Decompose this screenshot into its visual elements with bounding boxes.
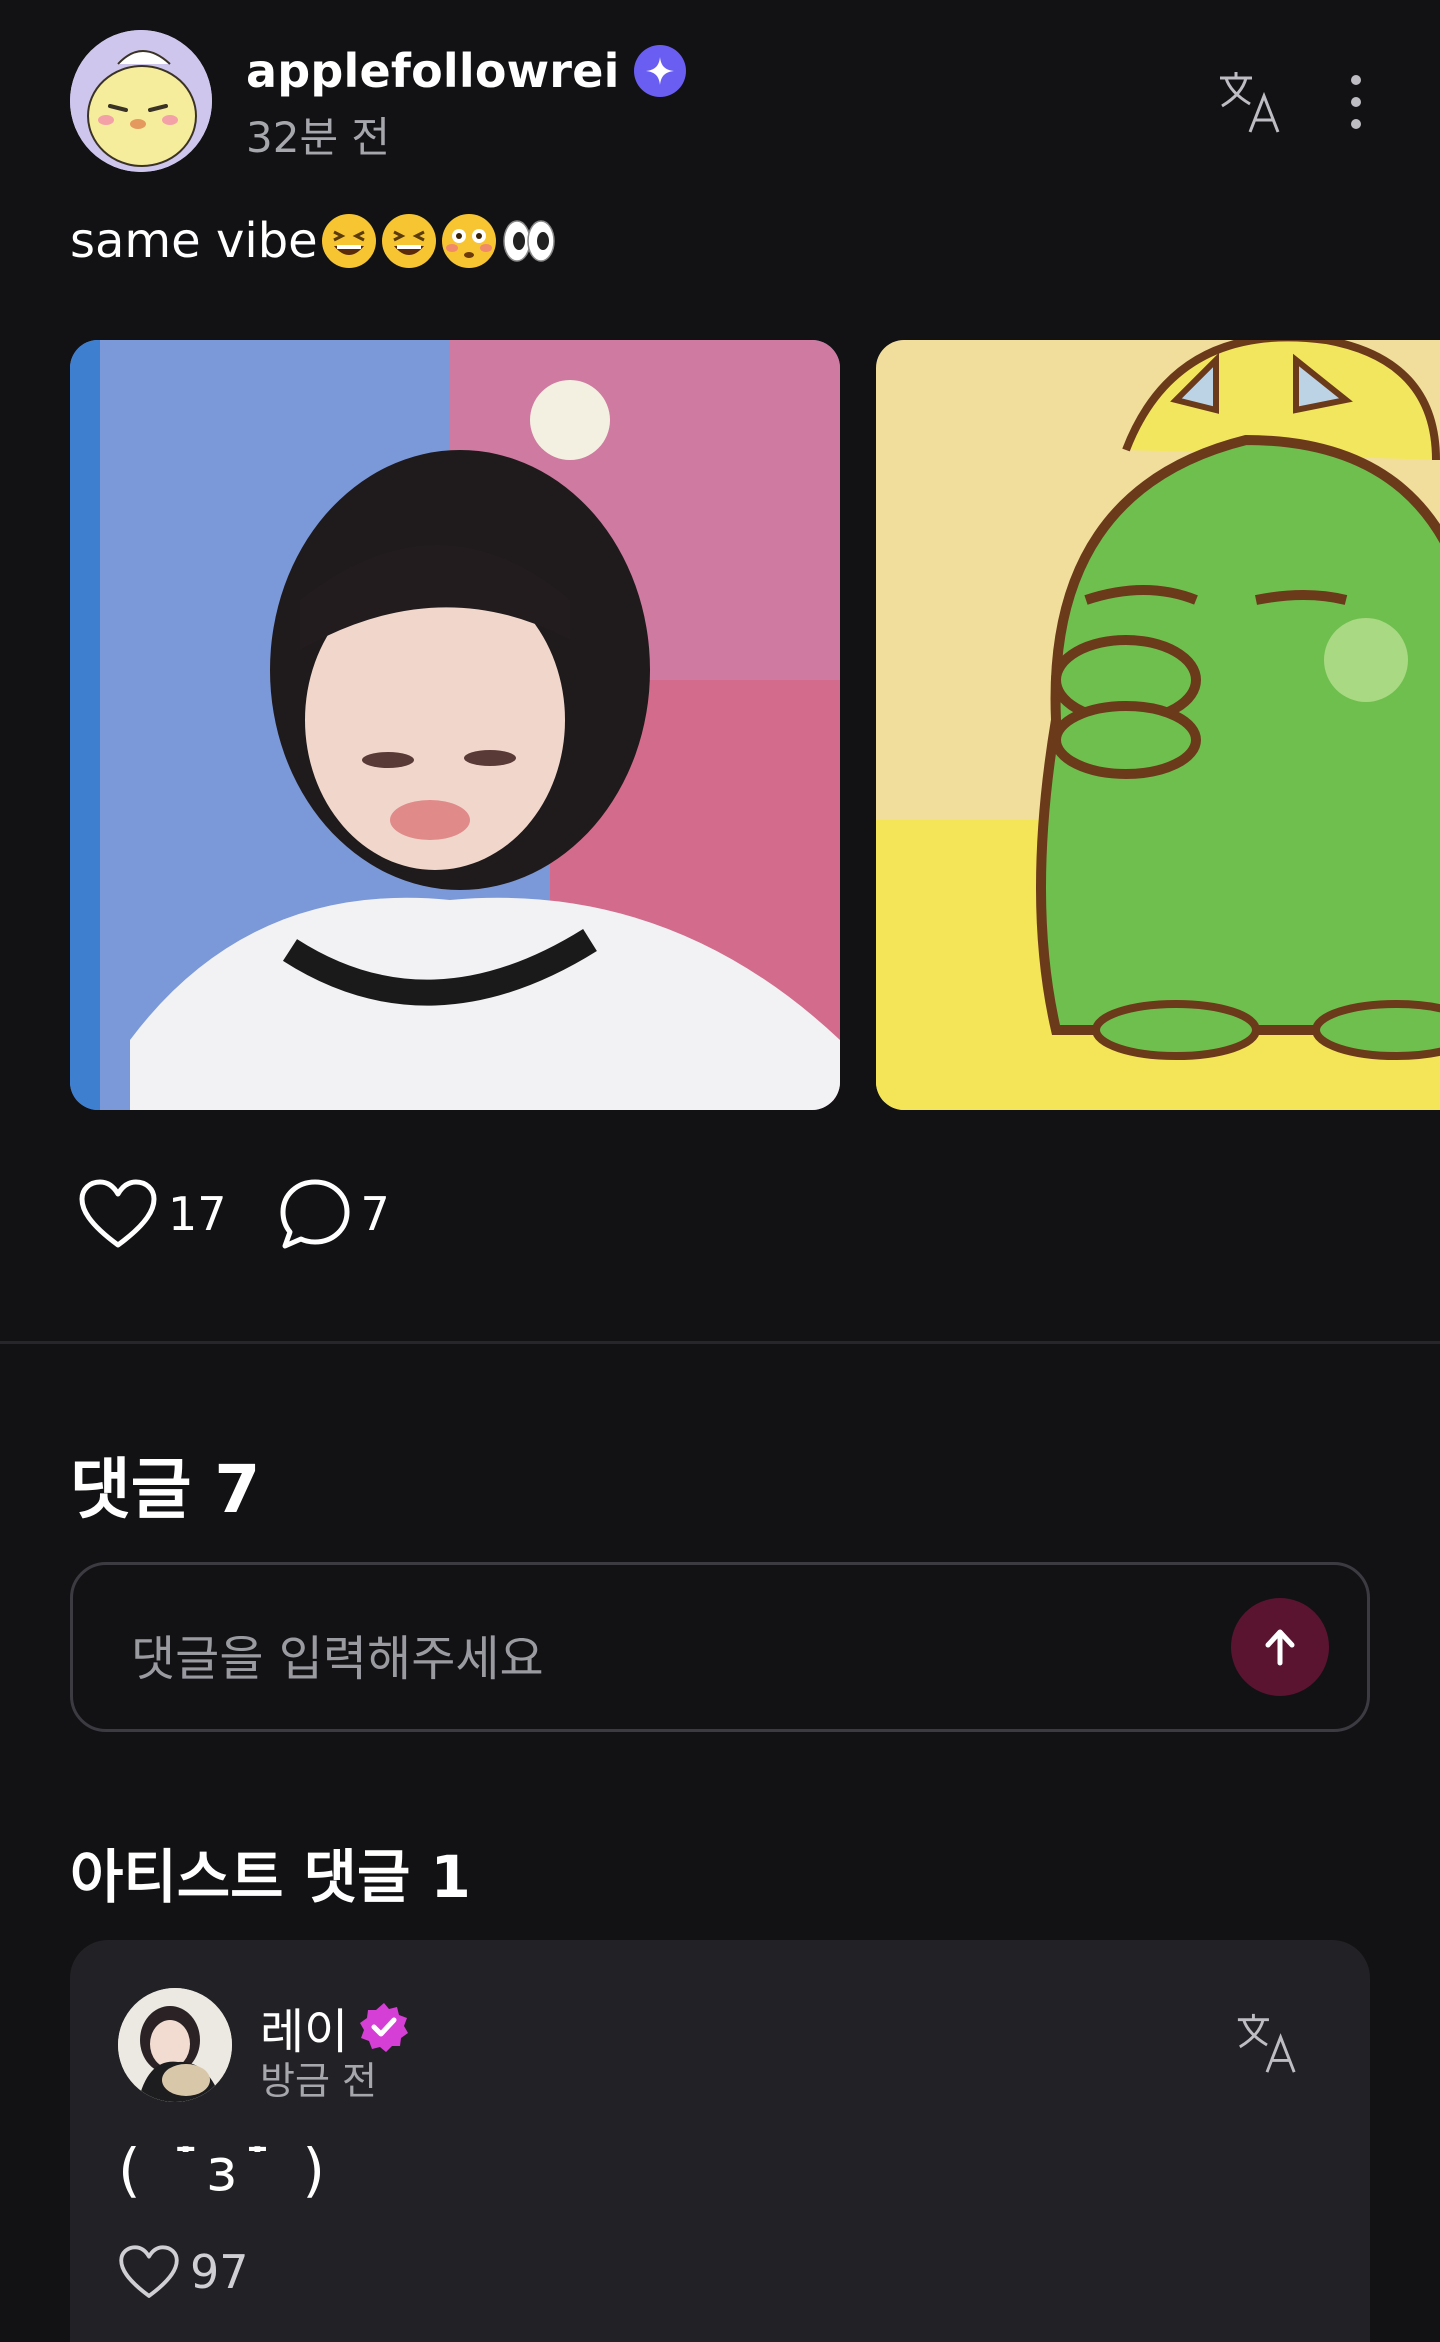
artist-avatar[interactable]	[118, 1988, 232, 2102]
like-button[interactable]: 17	[78, 1179, 227, 1249]
arrow-up-icon	[1265, 1629, 1295, 1666]
comment-bubble-icon	[280, 1179, 350, 1249]
comment-input-placeholder[interactable]: 댓글을 입력해주세요	[131, 1619, 544, 1689]
artist-comment-like-button[interactable]: 97	[118, 2245, 249, 2299]
heart-icon	[119, 2245, 179, 2298]
flushed-emoji-icon	[441, 214, 496, 268]
artist-comment-like-count: 97	[190, 2245, 249, 2299]
post-text-content: same vibe	[70, 213, 318, 269]
artist-comment-text: ( ˙̄ɜ˙̄ )	[118, 2136, 331, 2204]
grinning-squint-emoji-icon	[381, 214, 436, 268]
post-timestamp: 32분 전	[246, 113, 391, 162]
post-image-2[interactable]	[876, 340, 1440, 1110]
post-image-1[interactable]	[70, 340, 840, 1110]
like-count: 17	[168, 1187, 227, 1241]
author-avatar[interactable]	[70, 30, 212, 172]
translate-icon[interactable]	[1216, 68, 1284, 136]
artist-comment-card[interactable]: 레이 방금 전 ( ˙̄ɜ˙̄ ) 97	[70, 1940, 1370, 2342]
comment-count: 7	[360, 1187, 390, 1241]
media-carousel[interactable]	[70, 340, 1440, 1110]
post-actions: 17 7	[78, 1178, 442, 1250]
send-button[interactable]	[1231, 1598, 1329, 1696]
sparkle-badge-icon	[633, 45, 686, 97]
artist-comment-time: 방금 전	[260, 2059, 377, 2103]
more-options-icon[interactable]	[1342, 70, 1370, 134]
verified-badge-icon	[360, 2003, 409, 2052]
section-divider	[0, 1341, 1440, 1344]
grinning-squint-emoji-icon	[321, 214, 376, 268]
comment-button[interactable]: 7	[279, 1178, 390, 1250]
comment-input-box[interactable]: 댓글을 입력해주세요	[70, 1562, 1370, 1732]
artist-comments-heading: 아티스트 댓글 1	[70, 1843, 471, 1911]
post-detail-page: applefollowrei 32분 전 same vibe 17 7 댓글 7…	[0, 0, 1440, 2342]
emoji-row	[320, 212, 558, 270]
heart-icon	[79, 1179, 157, 1248]
comments-heading: 댓글 7	[70, 1451, 261, 1528]
author-username[interactable]: applefollowrei	[246, 44, 620, 98]
author-info: applefollowrei 32분 전	[246, 44, 686, 165]
translate-icon[interactable]	[1234, 2010, 1300, 2076]
post-header: applefollowrei 32분 전	[70, 30, 1370, 172]
eyes-emoji-icon	[502, 220, 555, 262]
post-text: same vibe	[70, 212, 558, 270]
